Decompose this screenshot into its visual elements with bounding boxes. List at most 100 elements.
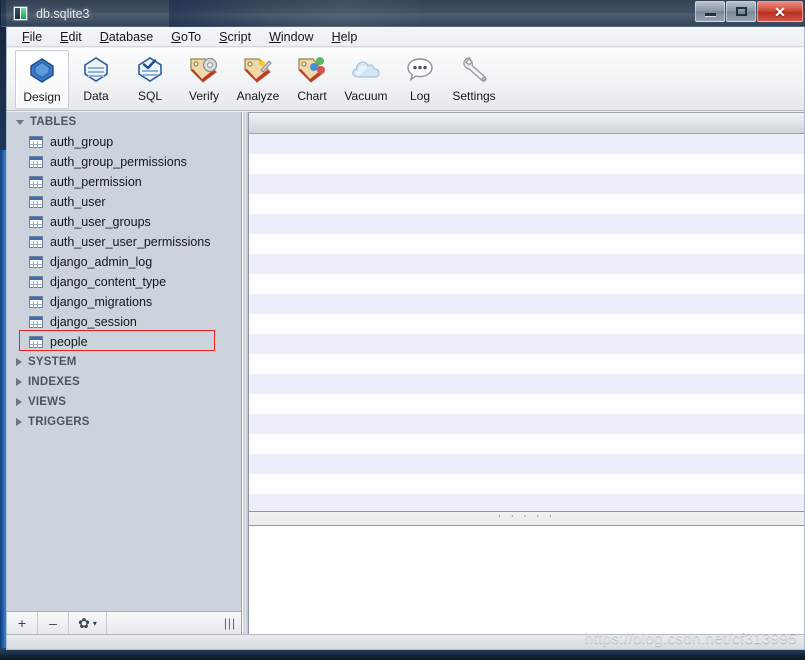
toolbar-label-settings: Settings bbox=[452, 89, 496, 103]
data-grid-row[interactable] bbox=[249, 234, 804, 254]
menu-item-database[interactable]: Database bbox=[91, 28, 163, 46]
table-row[interactable]: auth_user_groups bbox=[7, 212, 241, 232]
title-bar[interactable]: db.sqlite3 ✕ bbox=[1, 0, 805, 27]
data-grid-row[interactable] bbox=[249, 414, 804, 434]
data-grid-row[interactable] bbox=[249, 274, 804, 294]
menu-item-goto[interactable]: GoTo bbox=[162, 28, 210, 46]
table-row[interactable]: auth_group_permissions bbox=[7, 152, 241, 172]
resize-grip-icon[interactable]: ||| bbox=[218, 612, 241, 634]
application-window: db.sqlite3 ✕ File Edit Database GoTo Scr… bbox=[1, 0, 805, 650]
tree-group-views[interactable]: VIEWS bbox=[7, 392, 241, 412]
add-object-button[interactable]: + bbox=[7, 612, 38, 634]
data-grid-row[interactable] bbox=[249, 254, 804, 274]
sidebar-options-button[interactable]: ✿ ▾ bbox=[69, 612, 107, 634]
main-toolbar: Design Data SQL Verify Analyze Chart Vac… bbox=[7, 48, 804, 111]
horizontal-splitter[interactable]: · · · · · bbox=[249, 510, 804, 526]
data-icon bbox=[79, 55, 113, 85]
log-icon bbox=[403, 55, 437, 85]
chevron-right-icon bbox=[16, 378, 22, 386]
chevron-right-icon bbox=[16, 398, 22, 406]
data-grid-row[interactable] bbox=[249, 474, 804, 494]
table-icon bbox=[29, 256, 43, 268]
menu-item-file[interactable]: File bbox=[13, 28, 51, 46]
tree-group-system[interactable]: SYSTEM bbox=[7, 352, 241, 372]
table-row[interactable]: django_migrations bbox=[7, 292, 241, 312]
tree-group-tables[interactable]: TABLES bbox=[7, 112, 241, 132]
chevron-right-icon bbox=[16, 418, 22, 426]
data-grid-row[interactable] bbox=[249, 154, 804, 174]
gear-icon: ✿ bbox=[78, 614, 90, 631]
menu-item-edit[interactable]: Edit bbox=[51, 28, 91, 46]
design-icon bbox=[25, 56, 59, 86]
title-bar-left: db.sqlite3 bbox=[13, 0, 90, 27]
verify-icon bbox=[187, 55, 221, 85]
analyze-icon bbox=[241, 55, 275, 85]
content-area: TABLES auth_group auth_group_permissions… bbox=[7, 112, 804, 634]
table-icon bbox=[29, 136, 43, 148]
table-name: django_migrations bbox=[50, 295, 153, 309]
tree-group-triggers[interactable]: TRIGGERS bbox=[7, 412, 241, 432]
maximize-button[interactable] bbox=[726, 1, 756, 22]
toolbar-label-verify: Verify bbox=[188, 89, 219, 103]
menu-item-help[interactable]: Help bbox=[323, 28, 367, 46]
data-grid-row[interactable] bbox=[249, 374, 804, 394]
menu-item-window[interactable]: Window bbox=[260, 28, 322, 46]
toolbar-button-verify[interactable]: Verify bbox=[177, 50, 231, 109]
tree-group-indexes[interactable]: INDEXES bbox=[7, 372, 241, 392]
close-icon: ✕ bbox=[774, 3, 786, 20]
table-row[interactable]: auth_group bbox=[7, 132, 241, 152]
plus-icon: + bbox=[17, 615, 27, 631]
table-row[interactable]: django_content_type bbox=[7, 272, 241, 292]
close-button[interactable]: ✕ bbox=[757, 1, 803, 22]
data-grid-rows bbox=[249, 134, 804, 514]
data-grid-row[interactable] bbox=[249, 294, 804, 314]
data-grid-row[interactable] bbox=[249, 194, 804, 214]
data-grid-header[interactable] bbox=[249, 112, 804, 134]
chevron-down-icon bbox=[16, 119, 24, 125]
toolbar-button-chart[interactable]: Chart bbox=[285, 50, 339, 109]
table-name: django_admin_log bbox=[50, 255, 153, 269]
table-name: auth_permission bbox=[50, 175, 142, 189]
toolbar-button-design[interactable]: Design bbox=[15, 50, 69, 109]
data-grid-row[interactable] bbox=[249, 214, 804, 234]
table-row[interactable]: django_admin_log bbox=[7, 252, 241, 272]
table-icon bbox=[29, 296, 43, 308]
remove-object-button[interactable]: – bbox=[38, 612, 69, 634]
table-row[interactable]: django_session bbox=[7, 312, 241, 332]
table-row-people-highlighted[interactable]: people bbox=[7, 330, 241, 352]
toolbar-label-sql: SQL bbox=[137, 89, 162, 103]
data-grid-row[interactable] bbox=[249, 314, 804, 334]
minimize-button[interactable] bbox=[695, 1, 725, 22]
data-grid-row[interactable] bbox=[249, 354, 804, 374]
table-icon bbox=[29, 216, 43, 228]
data-grid-panel bbox=[249, 112, 804, 514]
toolbar-button-settings[interactable]: Settings bbox=[447, 50, 501, 109]
data-grid-row[interactable] bbox=[249, 134, 804, 154]
table-row[interactable]: auth_user bbox=[7, 192, 241, 212]
minus-icon: – bbox=[49, 615, 57, 631]
table-name: auth_user_groups bbox=[50, 215, 151, 229]
toolbar-button-sql[interactable]: SQL bbox=[123, 50, 177, 109]
toolbar-button-analyze[interactable]: Analyze bbox=[231, 50, 285, 109]
table-row[interactable]: auth_permission bbox=[7, 172, 241, 192]
toolbar-button-log[interactable]: Log bbox=[393, 50, 447, 109]
bottom-detail-pane bbox=[249, 526, 804, 634]
toolbar-label-analyze: Analyze bbox=[236, 89, 280, 103]
toolbar-button-vacuum[interactable]: Vacuum bbox=[339, 50, 393, 109]
menu-item-script[interactable]: Script bbox=[210, 28, 260, 46]
table-name: auth_user_user_permissions bbox=[50, 235, 211, 249]
sidebar-bottom-spacer bbox=[107, 612, 218, 634]
data-grid-row[interactable] bbox=[249, 454, 804, 474]
table-row[interactable]: auth_user_user_permissions bbox=[7, 232, 241, 252]
data-grid-row[interactable] bbox=[249, 434, 804, 454]
vacuum-icon bbox=[349, 55, 383, 85]
toolbar-label-chart: Chart bbox=[297, 89, 327, 103]
data-grid-row[interactable] bbox=[249, 334, 804, 354]
toolbar-button-data[interactable]: Data bbox=[69, 50, 123, 109]
maximize-icon bbox=[735, 7, 747, 16]
table-name: auth_user bbox=[50, 195, 106, 209]
toolbar-label-vacuum: Vacuum bbox=[344, 89, 388, 103]
data-grid-row[interactable] bbox=[249, 174, 804, 194]
table-icon bbox=[29, 316, 43, 328]
data-grid-row[interactable] bbox=[249, 394, 804, 414]
